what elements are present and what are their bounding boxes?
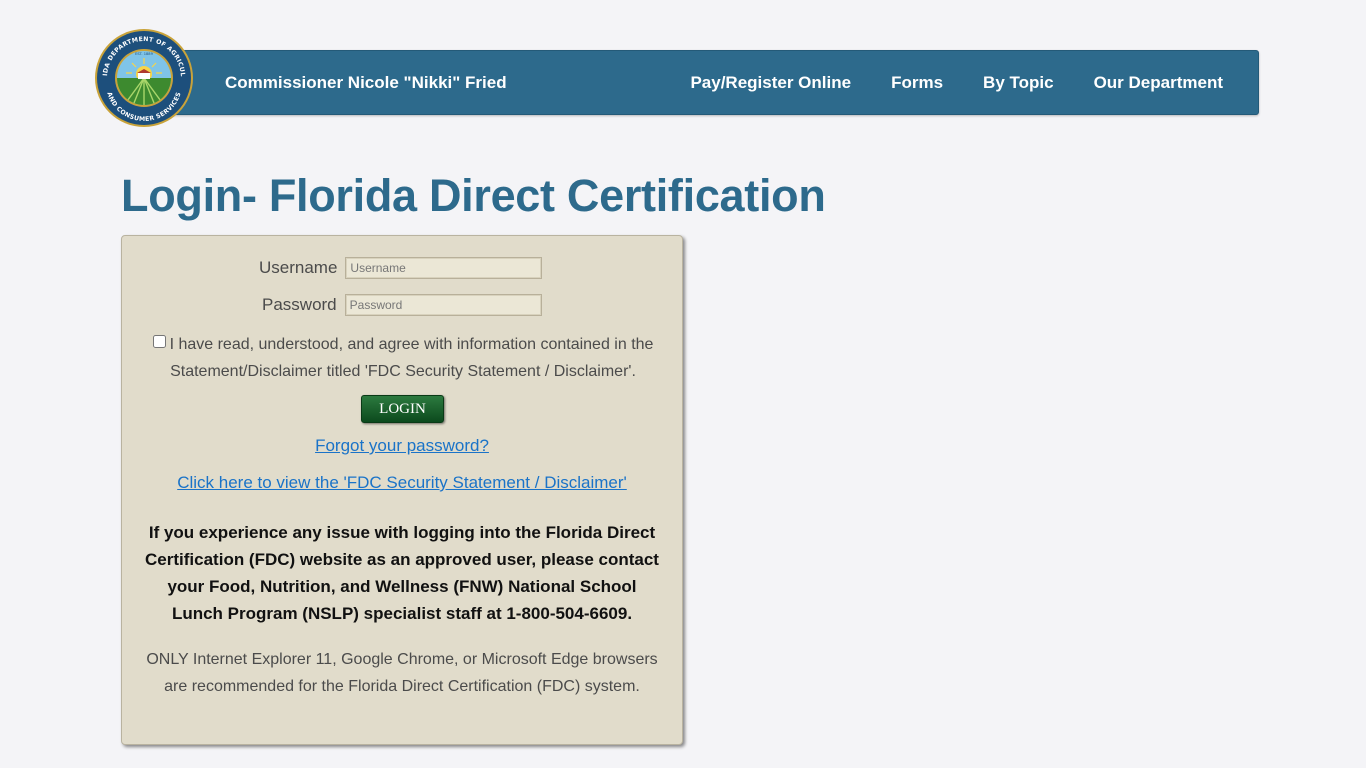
password-label: Password xyxy=(262,295,337,314)
header-bar: Commissioner Nicole "Nikki" Fried Pay/Re… xyxy=(150,50,1259,115)
username-row: Username xyxy=(259,257,543,279)
nav-by-topic[interactable]: By Topic xyxy=(963,51,1074,114)
nav-forms[interactable]: Forms xyxy=(871,51,963,114)
svg-text:EST. 1889: EST. 1889 xyxy=(135,52,153,56)
commissioner-link[interactable]: Commissioner Nicole "Nikki" Fried xyxy=(225,51,507,114)
login-panel: Username Password I have read, understoo… xyxy=(121,235,683,745)
browser-notice: ONLY Internet Explorer 11, Google Chrome… xyxy=(146,651,658,695)
fdacs-seal-logo[interactable]: FLORIDA DEPARTMENT OF AGRICULTURE AND CO… xyxy=(94,28,194,128)
username-input[interactable] xyxy=(345,257,543,279)
main-nav: Pay/Register Online Forms By Topic Our D… xyxy=(670,51,1258,114)
nav-our-department[interactable]: Our Department xyxy=(1074,51,1258,114)
login-button[interactable]: LOGIN xyxy=(361,395,444,423)
forgot-password-link[interactable]: Forgot your password? xyxy=(122,436,682,456)
page-title: Login- Florida Direct Certification xyxy=(121,170,826,221)
agree-text: I have read, understood, and agree with … xyxy=(169,336,654,380)
agree-statement: I have read, understood, and agree with … xyxy=(136,331,670,385)
agree-checkbox[interactable] xyxy=(152,335,166,348)
disclaimer-link[interactable]: Click here to view the 'FDC Security Sta… xyxy=(122,473,682,493)
password-input[interactable] xyxy=(344,294,542,316)
password-row: Password xyxy=(262,294,542,316)
contact-notice: If you experience any issue with logging… xyxy=(145,523,659,623)
nav-pay-register[interactable]: Pay/Register Online xyxy=(670,51,871,114)
username-label: Username xyxy=(259,258,338,277)
